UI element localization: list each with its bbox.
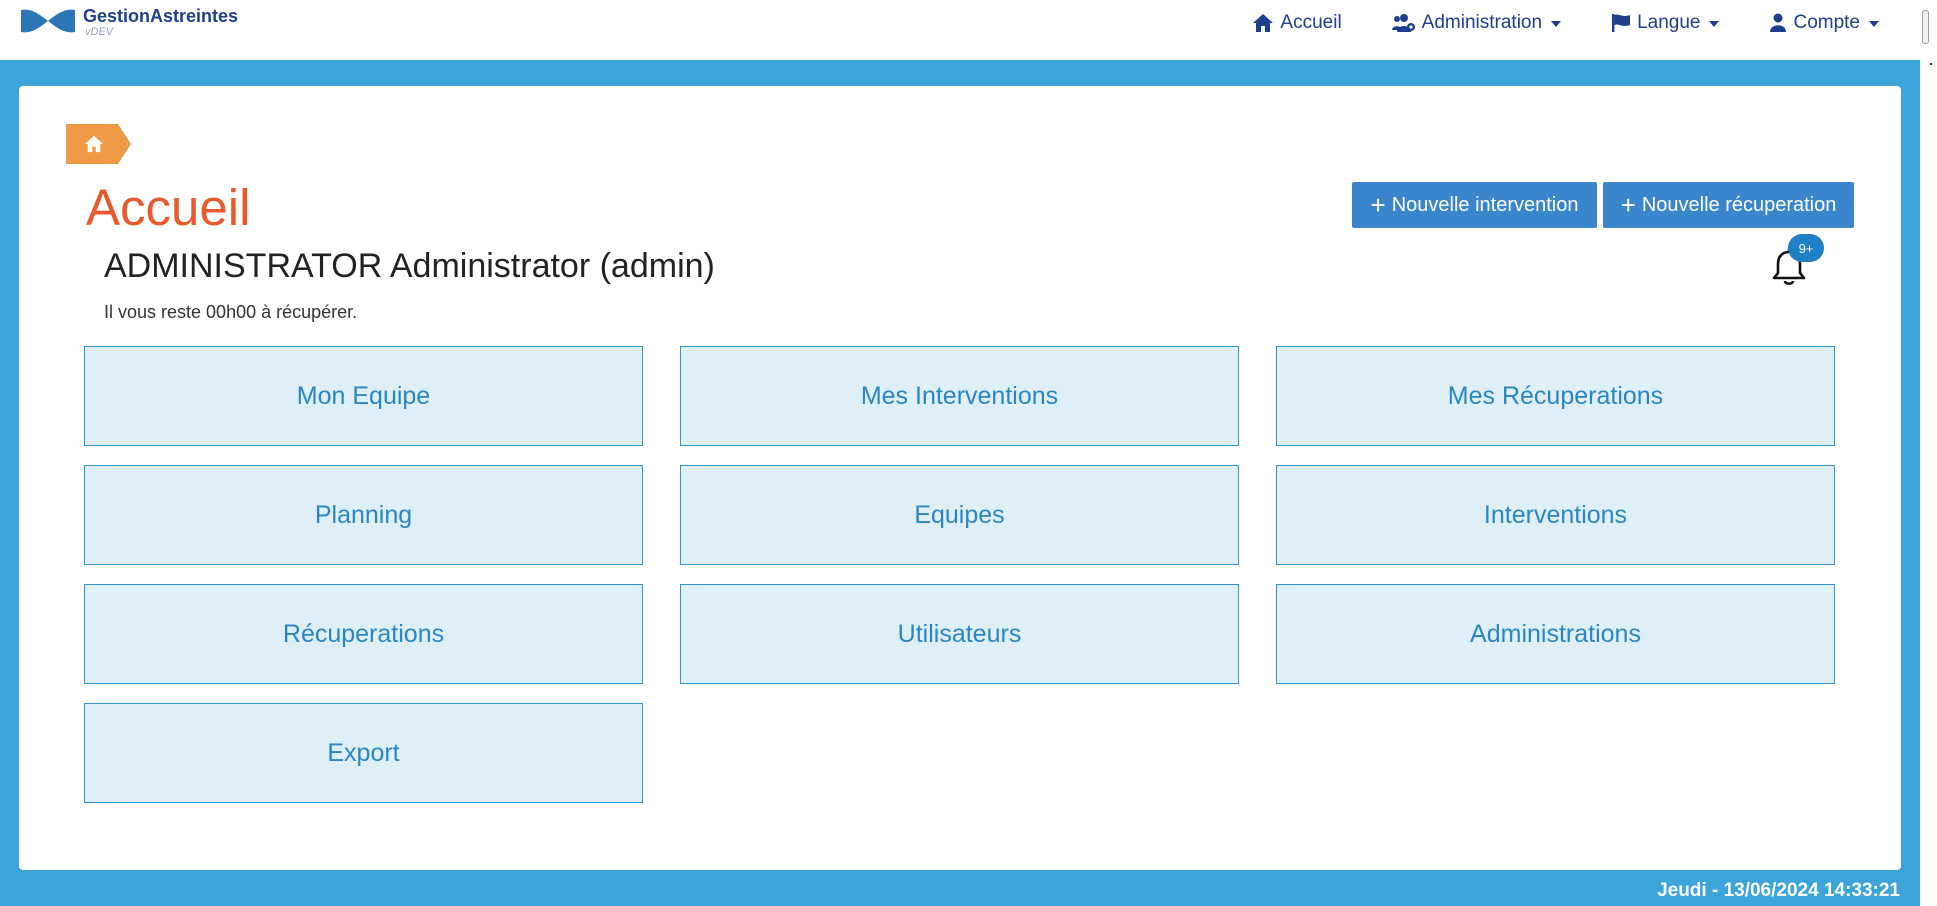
page-title: Accueil [86,179,251,236]
plus-icon: + [1620,190,1636,220]
users-cog-icon [1391,14,1415,32]
new-intervention-button[interactable]: + Nouvelle intervention [1352,182,1597,228]
plus-icon: + [1370,190,1386,220]
remaining-hours: Il vous reste 00h00 à récupérer. [104,302,358,322]
tile-equipes[interactable]: Equipes [680,465,1239,565]
nav-accueil[interactable]: Accueil [1252,12,1342,34]
chevron-down-icon [1709,20,1720,27]
scrollbar-dot [1930,63,1932,65]
main-nav: Accueil Administration Langue Compte [1202,0,1879,46]
nav-compte-label: Compte [1793,12,1860,33]
tile-mes-recuperations[interactable]: Mes Récuperations [1276,346,1835,446]
tile-mes-interventions[interactable]: Mes Interventions [680,346,1239,446]
tile-mon-equipe[interactable]: Mon Equipe [84,346,643,446]
brand[interactable]: GestionAstreintes vDEV [19,6,238,38]
nav-administration-label: Administration [1421,12,1543,33]
app-name: GestionAstreintes [83,6,239,26]
nav-administration[interactable]: Administration [1391,12,1562,34]
scrollbar-thumb[interactable] [1922,10,1929,44]
scrollbar[interactable] [1920,0,1937,906]
nav-accueil-label: Accueil [1280,12,1342,33]
new-recuperation-label: Nouvelle récuperation [1641,193,1837,216]
main-card: Accueil ADMINISTRATOR Administrator (adm… [19,86,1901,870]
app-version: vDEV [85,26,114,38]
tile-administrations[interactable]: Administrations [1276,584,1835,684]
nav-compte[interactable]: Compte [1769,12,1879,34]
tile-planning[interactable]: Planning [84,465,643,565]
chevron-down-icon [1551,20,1562,27]
tile-export[interactable]: Export [84,703,643,803]
tile-utilisateurs[interactable]: Utilisateurs [680,584,1239,684]
user-icon [1770,13,1787,32]
nav-langue-label: Langue [1637,12,1701,33]
logo-icon [21,9,75,33]
home-icon [85,135,103,153]
chevron-down-icon [1869,20,1879,27]
footer-datetime: Jeudi - 13/06/2024 14:33:21 [1657,880,1900,901]
new-recuperation-button[interactable]: + Nouvelle récuperation [1603,182,1854,228]
top-navbar: GestionAstreintes vDEV Accueil Administr… [0,0,1920,60]
home-icon [1253,14,1274,32]
user-name: ADMINISTRATOR Administrator (admin) [104,247,715,285]
breadcrumb-home[interactable] [66,124,131,164]
nav-langue[interactable]: Langue [1611,12,1720,34]
notification-badge: 9+ [1788,234,1824,262]
tile-recuperations[interactable]: Récuperations [84,584,643,684]
tile-interventions[interactable]: Interventions [1276,465,1835,565]
flag-icon [1612,14,1631,32]
new-intervention-label: Nouvelle intervention [1391,193,1579,216]
